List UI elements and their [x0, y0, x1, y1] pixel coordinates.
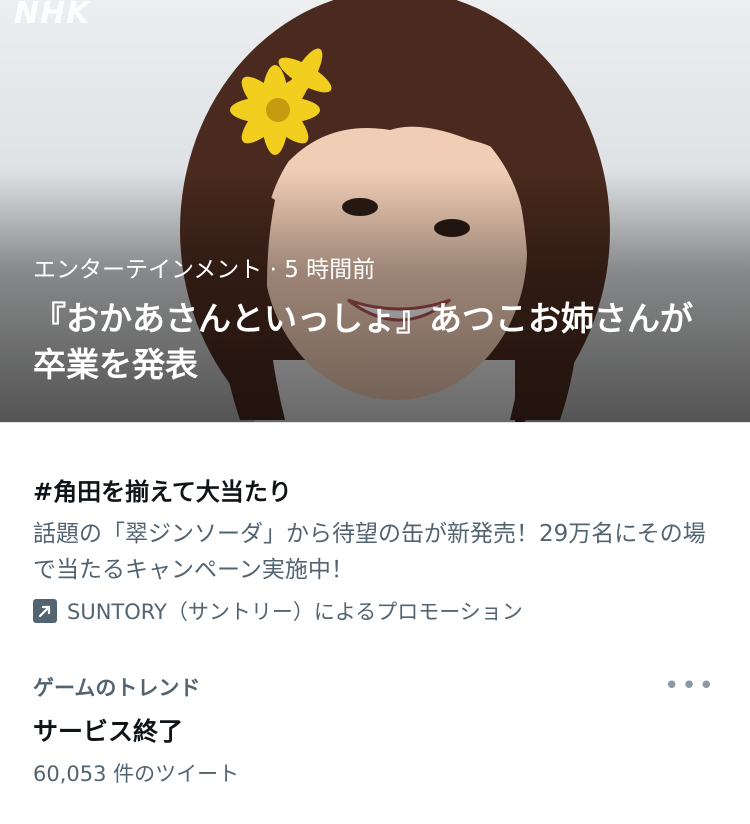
promoted-trend[interactable]: #角田を揃えて大当たり 話題の「翠ジンソーダ」から待望の缶が新発売！29万名にそ… [0, 477, 750, 626]
section-divider [0, 422, 750, 437]
promoted-by: SUNTORY（サントリー）によるプロモーション [33, 596, 717, 626]
more-icon[interactable]: ••• [664, 673, 716, 699]
trend-tweet-count: 60,053 件のツイート [33, 762, 240, 786]
news-category-time: エンターテインメント · 5 時間前 [33, 257, 376, 283]
promoted-trend-description: 話題の「翠ジンソーダ」から待望の缶が新発売！29万名にその場で当たるキャンペーン… [33, 521, 706, 583]
trend-name[interactable]: サービス終了 [33, 716, 717, 748]
promoted-trend-hashtag[interactable]: #角田を揃えて大当たり [33, 477, 717, 507]
trend-category: ゲームのトレンド [33, 676, 201, 700]
news-headline[interactable]: 『おかあさんといっしょ』あつこお姉さんが卒業を発表 [33, 296, 723, 388]
nhk-logo: NHK [14, 0, 91, 31]
promoted-by-label: SUNTORY（サントリー）によるプロモーション [67, 600, 523, 624]
news-card[interactable]: NHK エンターテインメント · 5 時間前 『おかあさんといっしょ』あつこお姉… [0, 0, 750, 422]
promoted-arrow-icon [33, 599, 57, 623]
trend-item[interactable]: ゲームのトレンド ••• サービス終了 60,053 件のツイート [0, 673, 750, 788]
